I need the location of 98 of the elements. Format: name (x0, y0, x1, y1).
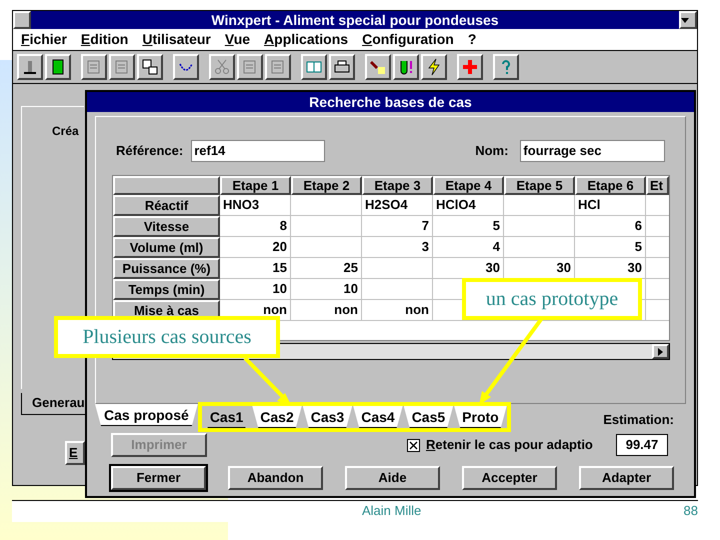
toolbar-button[interactable] (17, 54, 43, 80)
table-cell: 3 (362, 237, 433, 258)
table-cell: 25 (291, 258, 362, 279)
field-label: Nom: (475, 142, 508, 160)
menu-item[interactable]: Vue (224, 29, 250, 50)
minimize-button[interactable] (679, 11, 697, 29)
table-cell: 15 (220, 258, 291, 279)
column-header: Etape 4 (433, 176, 504, 195)
toolbar-button[interactable] (265, 54, 291, 80)
toolbar-button[interactable] (365, 54, 391, 80)
checkbox-label: Retenir le cas pour adaptio (426, 436, 593, 454)
table-cell: 7 (362, 216, 433, 237)
table-cell: 5 (433, 216, 504, 237)
check-icon (409, 440, 418, 450)
callout: un cas prototype (462, 278, 642, 320)
menu-item[interactable]: Utilisateur (142, 29, 211, 50)
column-header: Etape 6 (575, 176, 646, 195)
table-cell (291, 216, 362, 237)
menu-item[interactable]: ? (468, 29, 476, 50)
dialog-button[interactable]: Adapter (579, 466, 674, 490)
menu-item[interactable]: Applications (264, 29, 348, 50)
tab[interactable]: Cas4 (353, 406, 403, 428)
table-cell: 6 (575, 216, 646, 237)
page-number: 88 (684, 502, 698, 520)
panel-label: Créa (52, 124, 79, 138)
curve-icon (179, 62, 193, 72)
callout: Plusieurs cas sources (54, 316, 280, 358)
row-header: Réactif (113, 195, 220, 216)
table-cell: 8 (220, 216, 291, 237)
table-cell (504, 195, 575, 216)
toolbar-button[interactable] (421, 54, 447, 80)
table-cell: 10 (220, 279, 291, 300)
menu-item[interactable]: Fichier (21, 29, 67, 50)
table-cell: non (362, 300, 433, 321)
flashlight-icon (369, 58, 387, 76)
field-label: Référence: (116, 142, 184, 160)
table-cell (291, 195, 362, 216)
reference-field[interactable]: ref14 (191, 140, 326, 162)
column-header: Etape 5 (504, 176, 575, 195)
toolbar-button[interactable] (209, 54, 235, 80)
estimation-label: Estimation: (603, 411, 674, 429)
toolbar-button[interactable] (81, 54, 107, 80)
tab[interactable]: Proto (454, 406, 507, 428)
table-cell: H2SO4 (362, 195, 433, 216)
table-cell: HClO4 (433, 195, 504, 216)
toolbar-button[interactable] (329, 54, 355, 80)
table-cell (504, 216, 575, 237)
documents-icon (141, 58, 159, 76)
row-header: Puissance (%) (113, 258, 220, 279)
toolbar-button[interactable] (173, 54, 199, 80)
row-header: Volume (ml) (113, 237, 220, 258)
column-header: Etape 2 (291, 176, 362, 195)
system-menu-button[interactable] (13, 11, 31, 29)
column-header: Etape 1 (220, 176, 291, 195)
toolbar-button[interactable] (493, 54, 519, 80)
table-cell (504, 237, 575, 258)
table-cell: 20 (220, 237, 291, 258)
column-header: Etape 3 (362, 176, 433, 195)
checkbox[interactable] (407, 438, 420, 452)
dialog-title: Recherche bases de cas (309, 92, 472, 112)
dialog-button[interactable]: Aide (345, 466, 440, 490)
dialog-button[interactable]: Accepter (462, 466, 557, 490)
estimation-field[interactable]: 99.47 (616, 434, 668, 456)
toolbar-button[interactable] (393, 54, 419, 80)
dialog-button[interactable]: Fermer (111, 466, 206, 490)
table-cell (291, 237, 362, 258)
tab[interactable]: Cas2 (252, 406, 302, 428)
arrow-right-icon (658, 348, 663, 356)
table-cell: non (291, 300, 362, 321)
dialog-button[interactable]: Abandon (228, 466, 323, 490)
menu-item[interactable]: Configuration (362, 29, 454, 50)
table-cell: 4 (433, 237, 504, 258)
plus-icon (461, 58, 479, 76)
window-title: Winxpert - Aliment special pour pondeuses (210, 13, 500, 27)
table-cell: 10 (291, 279, 362, 300)
table-cell: HCl (575, 195, 646, 216)
tab[interactable]: Cas3 (302, 406, 352, 428)
row-header: Vitesse (113, 216, 220, 237)
table-cell: HNO3 (220, 195, 291, 216)
tab[interactable]: Cas proposé (95, 404, 198, 426)
toolbar-button[interactable] (457, 54, 483, 80)
toolbar-button[interactable] (45, 54, 71, 80)
name-field[interactable]: fourrage sec (520, 140, 666, 162)
exit-icon (21, 58, 39, 76)
toolbar-button[interactable] (137, 54, 163, 80)
toolbar-button[interactable] (109, 54, 135, 80)
toolbar-button[interactable] (301, 54, 327, 80)
column-header: Et (646, 176, 669, 195)
footer-author: Alain Mille (362, 502, 422, 520)
tab[interactable]: Cas5 (404, 406, 454, 428)
scissors-icon (213, 58, 231, 76)
menu-item[interactable]: Edition (80, 29, 128, 50)
caret-icon (681, 18, 689, 22)
background-button[interactable]: E (65, 441, 85, 465)
table-cell: 5 (575, 237, 646, 258)
row-header: Temps (min) (113, 279, 220, 300)
toolbar-button[interactable] (237, 54, 263, 80)
table-cell (362, 258, 433, 279)
